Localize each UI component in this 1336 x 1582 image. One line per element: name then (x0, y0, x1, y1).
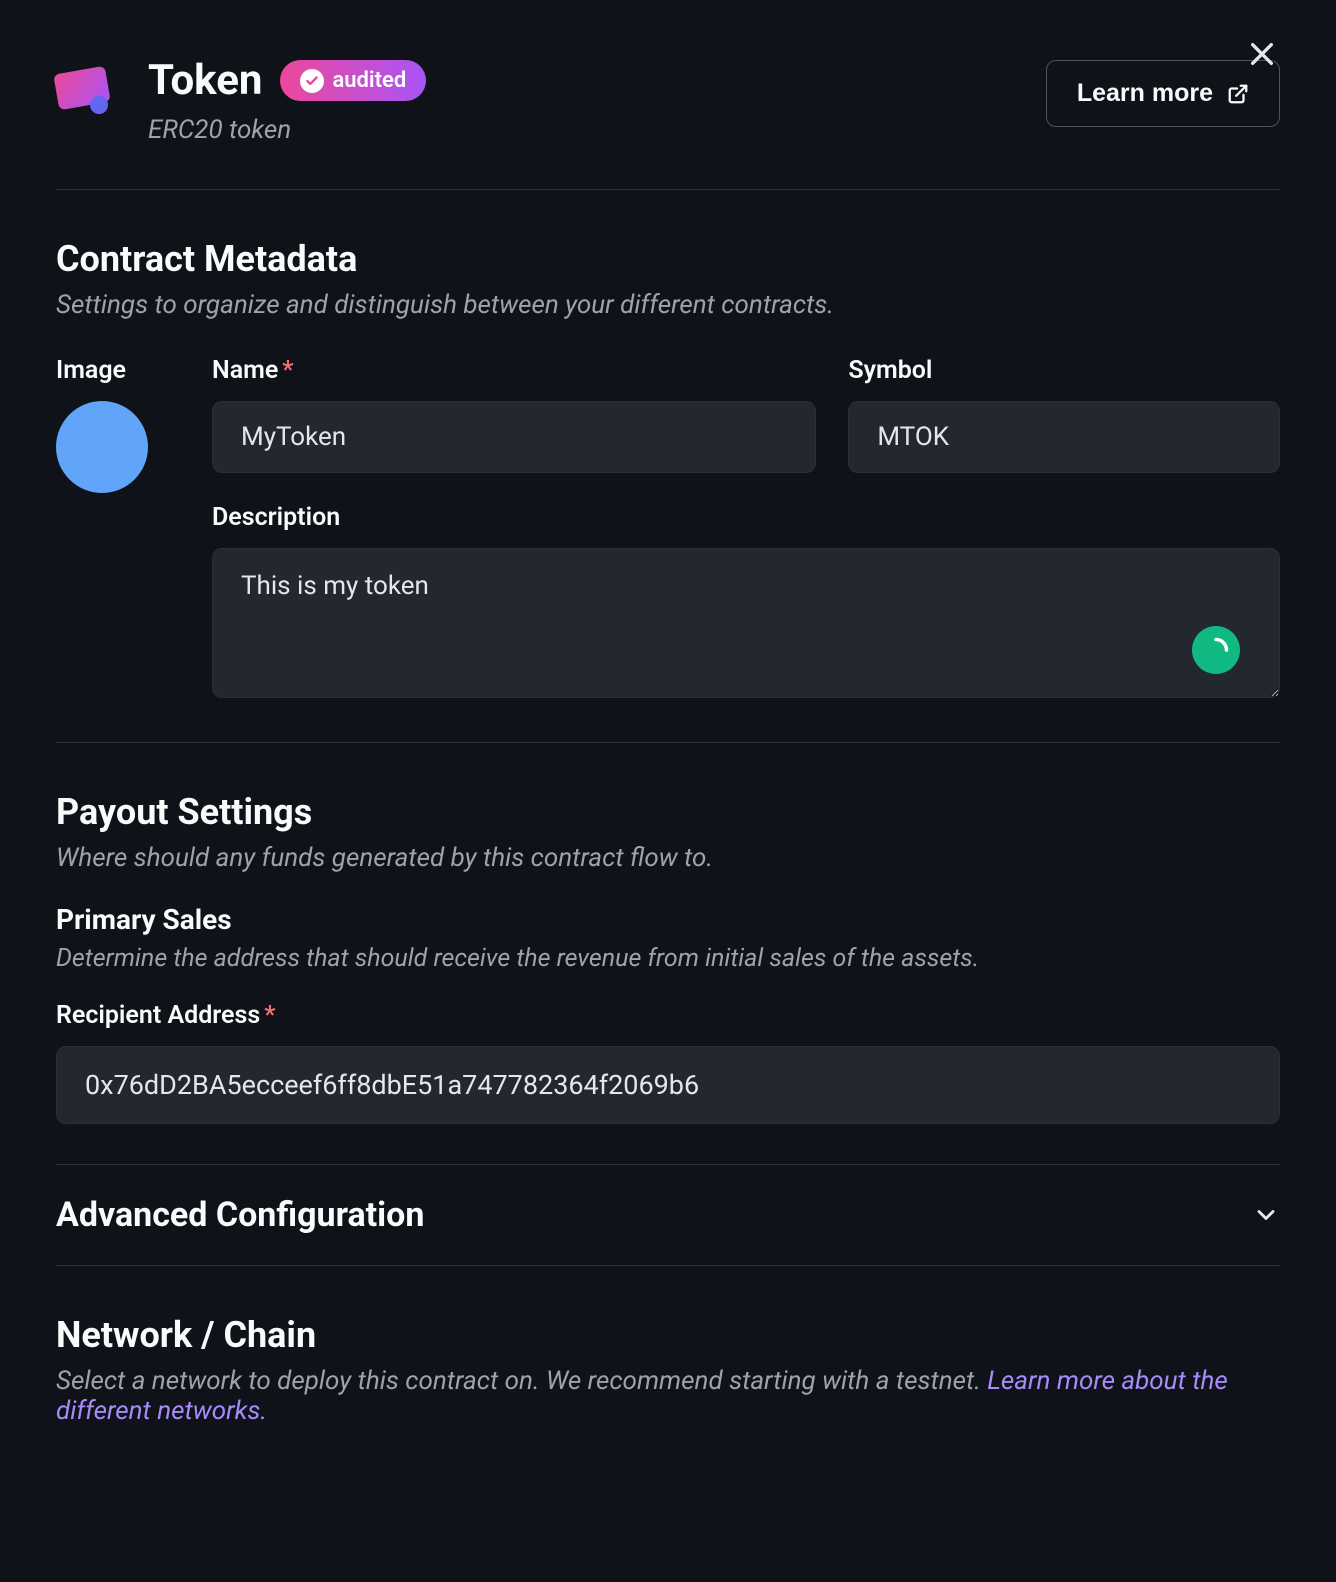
name-input[interactable] (212, 401, 816, 473)
modal-header: Token audited ERC20 token Learn more (56, 56, 1280, 190)
advanced-title: Advanced Configuration (56, 1195, 424, 1235)
description-input[interactable]: This is my token (212, 548, 1280, 698)
loading-spinner-icon (1192, 626, 1240, 674)
payout-title: Payout Settings (56, 791, 1280, 833)
close-icon (1246, 38, 1278, 70)
chevron-down-icon (1252, 1201, 1280, 1229)
symbol-label: Symbol (848, 356, 1280, 385)
page-title: Token (148, 56, 262, 105)
metadata-title: Contract Metadata (56, 238, 1280, 280)
name-label: Name* (212, 356, 816, 385)
symbol-input[interactable] (848, 401, 1280, 473)
learn-more-label: Learn more (1077, 79, 1213, 108)
advanced-configuration-toggle[interactable]: Advanced Configuration (56, 1165, 1280, 1266)
image-upload[interactable] (56, 401, 148, 493)
audited-badge: audited (280, 60, 426, 101)
payout-desc: Where should any funds generated by this… (56, 843, 1280, 873)
recipient-address-input[interactable] (56, 1046, 1280, 1124)
page-subtitle: ERC20 token (148, 115, 426, 145)
network-title: Network / Chain (56, 1314, 1280, 1356)
contract-metadata-section: Contract Metadata Settings to organize a… (56, 190, 1280, 743)
network-chain-section: Network / Chain Select a network to depl… (56, 1266, 1280, 1426)
image-label: Image (56, 356, 176, 385)
check-icon (300, 69, 324, 93)
close-button[interactable] (1244, 36, 1280, 72)
primary-sales-desc: Determine the address that should receiv… (56, 944, 1280, 973)
audited-badge-label: audited (332, 68, 406, 93)
description-label: Description (212, 503, 1280, 532)
metadata-desc: Settings to organize and distinguish bet… (56, 290, 1280, 320)
primary-sales-title: Primary Sales (56, 903, 1280, 936)
recipient-label: Recipient Address* (56, 1001, 1280, 1030)
payout-settings-section: Payout Settings Where should any funds g… (56, 743, 1280, 1165)
token-logo (56, 70, 112, 110)
external-link-icon (1227, 83, 1249, 105)
network-desc: Select a network to deploy this contract… (56, 1366, 1280, 1426)
